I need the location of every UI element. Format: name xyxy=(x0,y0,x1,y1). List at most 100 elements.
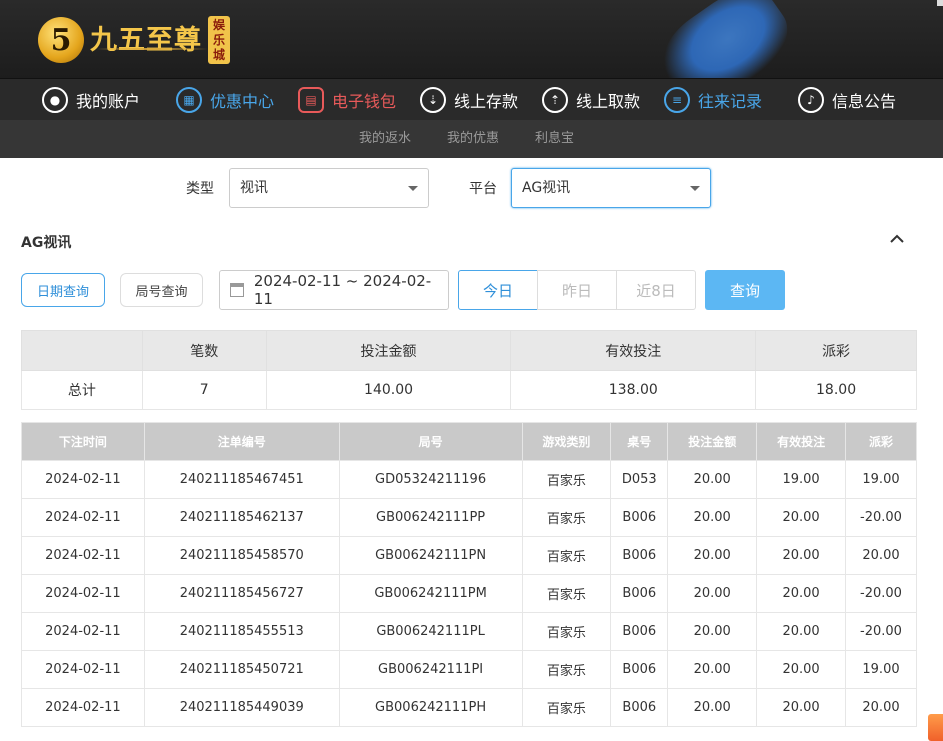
table-cell: 240211185450721 xyxy=(143,650,340,689)
calendar-icon xyxy=(230,283,244,297)
table-cell: GB006242111PI xyxy=(338,650,523,689)
nav-item-records[interactable]: ≡ 往来记录 xyxy=(664,79,762,121)
table-cell: 20.00 xyxy=(845,688,917,727)
summary-header: 派彩 xyxy=(755,330,917,371)
date-range-input[interactable]: 2024-02-11 ~ 2024-02-11 xyxy=(219,270,449,310)
summary-header xyxy=(21,330,143,371)
table-cell: B006 xyxy=(610,612,669,651)
user-icon: ● xyxy=(42,87,68,113)
nav-item-announcements[interactable]: ♪ 信息公告 xyxy=(798,79,896,121)
subnav-item-interest[interactable]: 利息宝 xyxy=(535,120,574,158)
type-label: 类型 xyxy=(186,181,214,197)
bet-records-table: 下注时间 注单编号 局号 游戏类别 桌号 投注金额 有效投注 派彩 2024-02-11 240… xyxy=(21,422,917,727)
table-cell: 百家乐 xyxy=(521,688,612,727)
nav-item-account[interactable]: ● 我的账户 xyxy=(42,79,140,121)
table-cell: B006 xyxy=(610,688,669,727)
table-cell: 2024-02-11 xyxy=(21,498,145,537)
table-cell: 240211185462137 xyxy=(143,498,340,537)
logo-ornament xyxy=(96,48,208,50)
table-cell: 240211185456727 xyxy=(143,574,340,613)
platform-select[interactable]: AG视讯 xyxy=(511,168,711,208)
date-range-value: 2024-02-11 ~ 2024-02-11 xyxy=(253,272,432,308)
table-cell: 20.00 xyxy=(667,460,758,499)
subnav-item-my-offers[interactable]: 我的优惠 xyxy=(447,120,499,158)
table-cell: 19.00 xyxy=(845,650,917,689)
summary-header: 投注金额 xyxy=(265,330,512,371)
corner-dot xyxy=(937,0,943,6)
table-row: 2024-02-11 240211185467451 GD05324211196 百家… xyxy=(21,460,917,499)
table-cell: 2024-02-11 xyxy=(21,612,145,651)
search-button[interactable]: 查询 xyxy=(705,270,785,310)
logo-badge: 娱乐城 xyxy=(208,16,230,64)
table-cell: 19.00 xyxy=(845,460,917,499)
table-cell: 20.00 xyxy=(667,574,758,613)
table-row: 2024-02-11 240211185449039 GB006242111PH 百家… xyxy=(21,688,917,727)
table-row: 2024-02-11 240211185456727 GB006242111PM 百家… xyxy=(21,574,917,613)
table-cell: 240211185458570 xyxy=(143,536,340,575)
nav-item-withdraw[interactable]: ⇡ 线上取款 xyxy=(542,79,640,121)
records-header: 注单编号 xyxy=(143,422,340,461)
table-row: 2024-02-11 240211185462137 GB006242111PP 百家… xyxy=(21,498,917,537)
table-row: 2024-02-11 240211185450721 GB006242111PI 百家… xyxy=(21,650,917,689)
nav-item-deposit[interactable]: ⇣ 线上存款 xyxy=(420,79,518,121)
date-query-tab[interactable]: 日期查询 xyxy=(21,273,105,307)
logo-mark: 5 xyxy=(38,17,84,63)
summary-header: 有效投注 xyxy=(510,330,757,371)
table-cell: 百家乐 xyxy=(521,460,612,499)
records-header-row: 下注时间 注单编号 局号 游戏类别 桌号 投注金额 有效投注 派彩 xyxy=(21,422,917,461)
chevron-up-icon[interactable] xyxy=(890,232,904,246)
main-nav: ● 我的账户 ▦ 优惠中心 ▤ 电子钱包 ⇣ 线上存款 ⇡ 线上取款 ≡ 往来记… xyxy=(0,78,943,120)
table-cell: B006 xyxy=(610,536,669,575)
summary-cell: 18.00 xyxy=(755,370,917,410)
site-logo[interactable]: 5 九五至尊 娱乐城 xyxy=(38,12,230,68)
records-header: 投注金额 xyxy=(667,422,758,461)
summary-cell: 140.00 xyxy=(265,370,512,410)
table-cell: 百家乐 xyxy=(521,536,612,575)
table-cell: 百家乐 xyxy=(521,650,612,689)
table-row: 2024-02-11 240211185458570 GB006242111PN 百家… xyxy=(21,536,917,575)
nav-label: 电子钱包 xyxy=(332,92,397,111)
table-cell: B006 xyxy=(610,574,669,613)
yesterday-button[interactable]: 昨日 xyxy=(537,270,617,310)
table-cell: 240211185449039 xyxy=(143,688,340,727)
floating-widget[interactable] xyxy=(928,714,943,741)
records-header: 桌号 xyxy=(610,422,669,461)
table-cell: -20.00 xyxy=(845,574,917,613)
platform-label: 平台 xyxy=(469,181,497,197)
table-cell: GB006242111PN xyxy=(338,536,523,575)
nav-label: 线上存款 xyxy=(454,92,519,111)
today-button[interactable]: 今日 xyxy=(458,270,538,310)
sub-nav: 我的返水 我的优惠 利息宝 xyxy=(0,120,943,158)
table-cell: 20.00 xyxy=(756,536,847,575)
summary-header: 笔数 xyxy=(141,330,267,371)
site-header: 5 九五至尊 娱乐城 xyxy=(0,0,943,118)
table-cell: 20.00 xyxy=(756,498,847,537)
records-icon: ≡ xyxy=(664,87,690,113)
table-cell: 2024-02-11 xyxy=(21,688,145,727)
last-8-days-button[interactable]: 近8日 xyxy=(616,270,696,310)
summary-header-row: 笔数 投注金额 有效投注 派彩 xyxy=(21,330,917,371)
subnav-item-rebate[interactable]: 我的返水 xyxy=(359,120,411,158)
table-cell: D053 xyxy=(610,460,669,499)
table-cell: GB006242111PH xyxy=(338,688,523,727)
table-cell: 2024-02-11 xyxy=(21,460,145,499)
round-query-tab[interactable]: 局号查询 xyxy=(120,273,203,307)
table-cell: 2024-02-11 xyxy=(21,574,145,613)
table-cell: 20.00 xyxy=(756,688,847,727)
table-cell: -20.00 xyxy=(845,612,917,651)
nav-item-promotions[interactable]: ▦ 优惠中心 xyxy=(176,79,274,121)
type-select[interactable]: 视讯 xyxy=(229,168,429,208)
table-cell: 20.00 xyxy=(756,612,847,651)
logo-text: 九五至尊 xyxy=(90,24,202,56)
nav-item-wallet[interactable]: ▤ 电子钱包 xyxy=(298,79,396,121)
type-select-value: 视讯 xyxy=(240,180,268,196)
records-header: 下注时间 xyxy=(21,422,145,461)
table-cell: 2024-02-11 xyxy=(21,650,145,689)
summary-table: 笔数 投注金额 有效投注 派彩 总计 7 140.00 138.00 18.00 xyxy=(21,330,917,410)
withdraw-icon: ⇡ xyxy=(542,87,568,113)
records-header: 局号 xyxy=(338,422,523,461)
table-row: 2024-02-11 240211185455513 GB006242111PL 百家… xyxy=(21,612,917,651)
section-title: AG视讯 xyxy=(21,235,72,251)
platform-select-value: AG视讯 xyxy=(522,180,571,196)
chevron-down-icon xyxy=(690,186,700,191)
